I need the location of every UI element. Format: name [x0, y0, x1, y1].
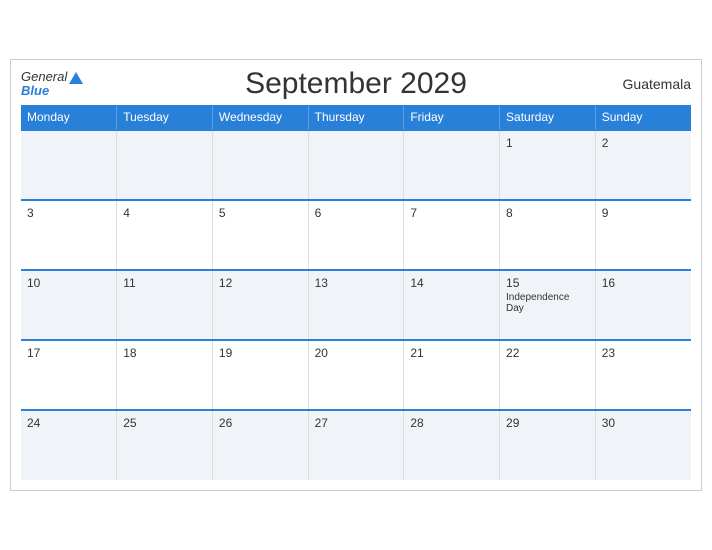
day-number: 15: [506, 276, 589, 290]
day-number: 13: [315, 276, 398, 290]
calendar-cell: [404, 130, 500, 200]
calendar-cell: 14: [404, 270, 500, 340]
calendar-cell: 17: [21, 340, 117, 410]
day-number: 30: [602, 416, 685, 430]
calendar-body: 123456789101112131415Independence Day161…: [21, 130, 691, 480]
day-number: 25: [123, 416, 206, 430]
header-monday: Monday: [21, 105, 117, 130]
calendar-cell: 9: [595, 200, 691, 270]
logo: General Blue: [21, 70, 83, 97]
calendar-week-row: 3456789: [21, 200, 691, 270]
calendar-cell: 2: [595, 130, 691, 200]
calendar-cell: 22: [500, 340, 596, 410]
day-number: 4: [123, 206, 206, 220]
day-number: 26: [219, 416, 302, 430]
day-number: 23: [602, 346, 685, 360]
header-thursday: Thursday: [308, 105, 404, 130]
day-number: 22: [506, 346, 589, 360]
day-number: 20: [315, 346, 398, 360]
calendar-cell: 13: [308, 270, 404, 340]
header-saturday: Saturday: [500, 105, 596, 130]
calendar-cell: 18: [117, 340, 213, 410]
calendar-cell: [21, 130, 117, 200]
calendar-cell: 24: [21, 410, 117, 480]
header-wednesday: Wednesday: [212, 105, 308, 130]
calendar-cell: 11: [117, 270, 213, 340]
calendar-week-row: 10 11 12 13 14 15 Independence Day 16: [21, 270, 691, 340]
day-number: 29: [506, 416, 589, 430]
calendar-cell: 29: [500, 410, 596, 480]
day-number: 24: [27, 416, 110, 430]
header-friday: Friday: [404, 105, 500, 130]
calendar-week-row: 17 18 19 20 21 22 23: [21, 340, 691, 410]
calendar-cell: 7: [404, 200, 500, 270]
calendar-cell: 3: [21, 200, 117, 270]
calendar-week-row: 24 25 26 27 28 29 30: [21, 410, 691, 480]
calendar-cell: 25: [117, 410, 213, 480]
day-number: 7: [410, 206, 493, 220]
calendar-cell: [117, 130, 213, 200]
day-number: 2: [602, 136, 685, 150]
calendar-table: Monday Tuesday Wednesday Thursday Friday…: [21, 105, 691, 480]
logo-general-text: General: [21, 70, 83, 84]
calendar-cell: 30: [595, 410, 691, 480]
day-number: 17: [27, 346, 110, 360]
day-number: 19: [219, 346, 302, 360]
calendar-cell: 8: [500, 200, 596, 270]
calendar-title: September 2029: [245, 67, 467, 101]
day-number: 27: [315, 416, 398, 430]
calendar-header: General Blue September 2029 Guatemala: [21, 70, 691, 97]
day-number: 28: [410, 416, 493, 430]
day-number: 9: [602, 206, 685, 220]
calendar-cell: 21: [404, 340, 500, 410]
calendar-cell: 27: [308, 410, 404, 480]
header-sunday: Sunday: [595, 105, 691, 130]
day-number: 16: [602, 276, 685, 290]
calendar-cell: 5: [212, 200, 308, 270]
weekday-header-row: Monday Tuesday Wednesday Thursday Friday…: [21, 105, 691, 130]
calendar-cell: 15 Independence Day: [500, 270, 596, 340]
calendar-country: Guatemala: [623, 76, 691, 92]
day-number: 10: [27, 276, 110, 290]
logo-blue-text: Blue: [21, 84, 49, 97]
day-number: 21: [410, 346, 493, 360]
day-number: 6: [315, 206, 398, 220]
day-number: 5: [219, 206, 302, 220]
logo-triangle-icon: [69, 72, 83, 84]
calendar-cell: 1: [500, 130, 596, 200]
calendar-cell: 26: [212, 410, 308, 480]
calendar-cell: 6: [308, 200, 404, 270]
event-label: Independence Day: [506, 292, 589, 314]
day-number: 18: [123, 346, 206, 360]
header-tuesday: Tuesday: [117, 105, 213, 130]
day-number: 14: [410, 276, 493, 290]
calendar-cell: 10: [21, 270, 117, 340]
day-number: 1: [506, 136, 589, 150]
calendar-cell: 4: [117, 200, 213, 270]
calendar-cell: 19: [212, 340, 308, 410]
calendar-cell: 28: [404, 410, 500, 480]
calendar-cell: [212, 130, 308, 200]
day-number: 8: [506, 206, 589, 220]
calendar-container: General Blue September 2029 Guatemala Mo…: [10, 59, 702, 491]
day-number: 12: [219, 276, 302, 290]
calendar-week-row: 12: [21, 130, 691, 200]
day-number: 11: [123, 276, 206, 290]
day-number: 3: [27, 206, 110, 220]
calendar-cell: 16: [595, 270, 691, 340]
calendar-cell: 23: [595, 340, 691, 410]
calendar-thead: Monday Tuesday Wednesday Thursday Friday…: [21, 105, 691, 130]
calendar-cell: 12: [212, 270, 308, 340]
calendar-cell: 20: [308, 340, 404, 410]
calendar-cell: [308, 130, 404, 200]
